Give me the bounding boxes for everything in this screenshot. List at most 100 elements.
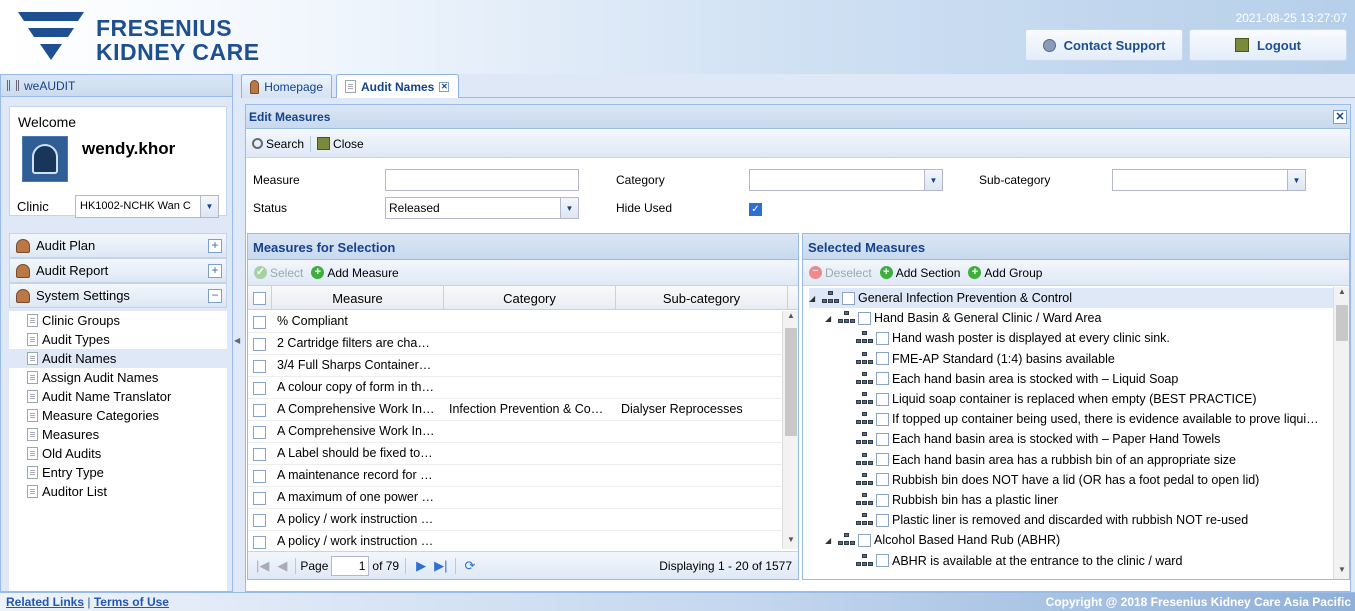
menu-item-audit-types[interactable]: Audit Types: [9, 330, 227, 349]
row-checkbox-cell[interactable]: [248, 531, 272, 549]
accordion-audit-plan[interactable]: Audit Plan +: [9, 233, 227, 258]
row-checkbox-cell[interactable]: [248, 399, 272, 421]
row-checkbox-cell[interactable]: [248, 487, 272, 509]
select-button[interactable]: ✓ Select: [254, 266, 303, 280]
row-checkbox[interactable]: [253, 514, 266, 527]
node-checkbox[interactable]: [876, 493, 889, 507]
node-checkbox[interactable]: [876, 554, 889, 568]
scroll-up-icon[interactable]: ▲: [783, 311, 799, 325]
scroll-up-icon[interactable]: ▲: [1334, 287, 1350, 301]
row-checkbox[interactable]: [253, 426, 266, 439]
expand-arrow-icon[interactable]: ◢: [825, 536, 835, 545]
expand-icon[interactable]: +: [208, 239, 222, 253]
table-row[interactable]: 2 Cartridge filters are cha…: [248, 333, 782, 355]
tree-leaf-measure[interactable]: FME-AP Standard (1:4) basins available: [843, 349, 1115, 369]
tree-leaf-measure[interactable]: Plastic liner is removed and discarded w…: [843, 510, 1248, 530]
next-page-icon[interactable]: ▶: [416, 558, 426, 574]
menu-item-old-audits[interactable]: Old Audits: [9, 444, 227, 463]
node-checkbox[interactable]: [876, 453, 889, 467]
add-section-button[interactable]: + Add Section: [879, 266, 960, 280]
collapse-icon[interactable]: −: [208, 289, 222, 303]
column-header-category[interactable]: Category: [444, 286, 616, 310]
node-checkbox[interactable]: [876, 372, 889, 386]
table-row[interactable]: A Comprehensive Work In… Infection Preven…: [248, 399, 782, 421]
accordion-system-settings[interactable]: System Settings −: [9, 283, 227, 308]
table-row[interactable]: A policy / work instruction …: [248, 531, 782, 549]
menu-item-measures[interactable]: Measures: [9, 425, 227, 444]
tree-node-section[interactable]: ◢ General Infection Prevention & Control: [809, 288, 1333, 308]
table-row[interactable]: A colour copy of form in th…: [248, 377, 782, 399]
chevron-down-icon[interactable]: ▼: [1287, 170, 1305, 190]
row-checkbox[interactable]: [253, 448, 266, 461]
chevron-down-icon[interactable]: ▼: [560, 198, 578, 218]
menu-item-auditor-list[interactable]: Auditor List: [9, 482, 227, 501]
menu-item-entry-type[interactable]: Entry Type: [9, 463, 227, 482]
menu-item-audit-name-translator[interactable]: Audit Name Translator: [9, 387, 227, 406]
row-checkbox-cell[interactable]: [248, 465, 272, 487]
grid-scrollbar[interactable]: ▲ ▼: [782, 311, 798, 549]
table-row[interactable]: A maximum of one power …: [248, 487, 782, 509]
terms-of-use-link[interactable]: Terms of Use: [94, 595, 169, 609]
close-tab-icon[interactable]: ✕: [439, 81, 450, 92]
related-links-link[interactable]: Related Links: [6, 595, 84, 609]
tab-homepage[interactable]: Homepage: [241, 74, 332, 98]
table-row[interactable]: A Comprehensive Work In…: [248, 421, 782, 443]
tree-leaf-measure[interactable]: Each hand basin area has a rubbish bin o…: [843, 450, 1236, 470]
status-select[interactable]: Released ▼: [385, 197, 579, 219]
close-button[interactable]: Close: [317, 137, 364, 151]
tree-leaf-measure[interactable]: Liquid soap container is replaced when e…: [843, 389, 1257, 409]
tree-leaf-measure[interactable]: Hand wash poster is displayed at every c…: [843, 328, 1170, 348]
row-checkbox-cell[interactable]: [248, 509, 272, 531]
node-checkbox[interactable]: [876, 513, 889, 527]
prev-page-icon[interactable]: ◀: [277, 558, 287, 574]
tab-audit-names[interactable]: Audit Names ✕: [336, 74, 459, 98]
row-checkbox-cell[interactable]: [248, 443, 272, 465]
node-checkbox[interactable]: [876, 432, 889, 446]
table-row[interactable]: % Compliant: [248, 311, 782, 333]
table-row[interactable]: 3/4 Full Sharps Container…: [248, 355, 782, 377]
hide-used-checkbox[interactable]: ✓: [749, 203, 762, 216]
menu-item-measure-categories[interactable]: Measure Categories: [9, 406, 227, 425]
table-row[interactable]: A policy / work instruction …: [248, 509, 782, 531]
row-checkbox[interactable]: [253, 470, 266, 483]
select-all-checkbox[interactable]: [253, 291, 266, 305]
row-checkbox-cell[interactable]: [248, 421, 272, 443]
node-checkbox[interactable]: [858, 533, 871, 547]
row-checkbox[interactable]: [253, 360, 266, 373]
search-button[interactable]: Search: [252, 137, 304, 151]
node-checkbox[interactable]: [876, 331, 889, 345]
row-checkbox-cell[interactable]: [248, 355, 272, 377]
scroll-down-icon[interactable]: ▼: [1334, 565, 1350, 579]
node-checkbox[interactable]: [876, 473, 889, 487]
last-page-icon[interactable]: ▶|: [434, 558, 447, 574]
node-checkbox[interactable]: [842, 291, 855, 305]
scroll-down-icon[interactable]: ▼: [783, 535, 799, 549]
node-checkbox[interactable]: [876, 412, 889, 426]
table-row[interactable]: A Label should be fixed to…: [248, 443, 782, 465]
add-group-button[interactable]: + Add Group: [968, 266, 1042, 280]
row-checkbox-cell[interactable]: [248, 311, 272, 333]
column-header-subcategory[interactable]: Sub-category: [616, 286, 788, 310]
accordion-audit-report[interactable]: Audit Report +: [9, 258, 227, 283]
tree-leaf-measure[interactable]: Rubbish bin does NOT have a lid (OR has …: [843, 470, 1259, 490]
tree-leaf-measure[interactable]: Each hand basin area is stocked with – P…: [843, 429, 1220, 449]
tree-node-section[interactable]: ◢ Alcohol Based Hand Rub (ABHR): [825, 530, 1060, 550]
tree-leaf-measure[interactable]: If topped up container being used, there…: [843, 409, 1319, 429]
first-page-icon[interactable]: |◀: [256, 558, 269, 574]
logout-button[interactable]: Logout: [1189, 29, 1347, 61]
row-checkbox-cell[interactable]: [248, 333, 272, 355]
tree-leaf-measure[interactable]: Each hand basin area is stocked with – L…: [843, 369, 1178, 389]
table-row[interactable]: A maintenance record for …: [248, 465, 782, 487]
row-checkbox[interactable]: [253, 536, 266, 549]
tree-node-section[interactable]: ◢ Hand Basin & General Clinic / Ward Area: [825, 308, 1101, 328]
row-checkbox-cell[interactable]: [248, 377, 272, 399]
scroll-thumb[interactable]: [1336, 305, 1348, 341]
clinic-select[interactable]: HK1002-NCHK Wan C ▼: [75, 195, 219, 218]
chevron-down-icon[interactable]: ▼: [200, 196, 218, 217]
column-header-measure[interactable]: Measure: [272, 286, 444, 310]
select-all-cell[interactable]: [248, 286, 272, 310]
menu-item-assign-audit-names[interactable]: Assign Audit Names: [9, 368, 227, 387]
panel-splitter[interactable]: ◀: [233, 74, 241, 592]
node-checkbox[interactable]: [858, 311, 871, 325]
row-checkbox[interactable]: [253, 316, 266, 329]
